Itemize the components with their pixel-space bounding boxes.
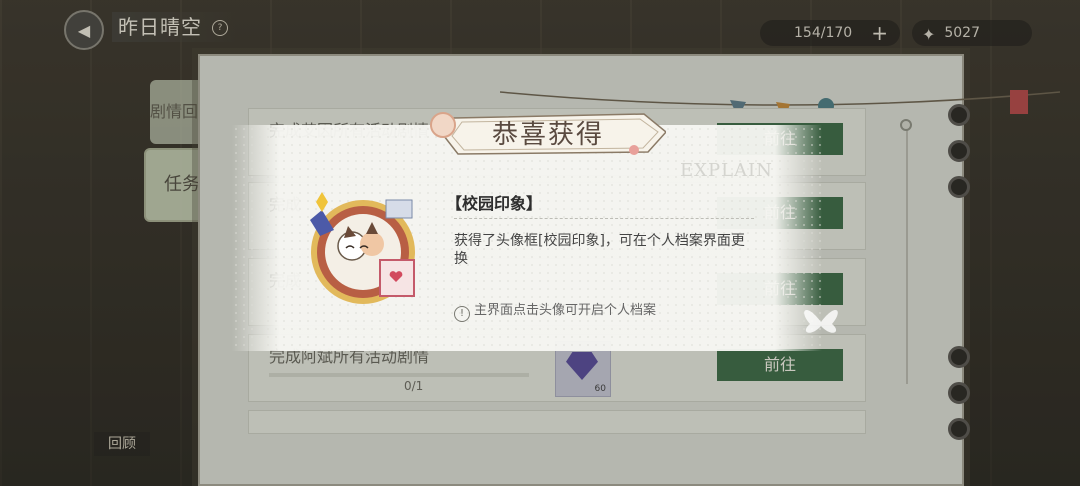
- hint-text: 主界面点击头像可开启个人档案: [474, 303, 657, 318]
- popup-watermark: EXPLAIN: [680, 160, 773, 181]
- stamina-counter: 154/170 +: [760, 20, 900, 46]
- avatar-frame-icon: [310, 192, 415, 304]
- go-button[interactable]: 前往: [717, 349, 843, 381]
- butterfly-icon: [804, 309, 838, 333]
- top-bar: ◀ 昨日晴空 ? 154/170 + ✦ 5027: [0, 0, 1080, 52]
- popup-hint: ! 主界面点击头像可开启个人档案: [454, 302, 656, 322]
- task-progress-bar: [269, 373, 529, 377]
- currency-value: 5027: [944, 25, 980, 41]
- stamina-value: 154/170: [794, 25, 853, 41]
- popup-title: 恭喜获得: [491, 120, 604, 150]
- item-name: 【校园印象】: [446, 194, 543, 213]
- exclamation-circle-icon: !: [454, 306, 470, 322]
- rose-icon: [430, 112, 456, 138]
- scrollbar-track[interactable]: [906, 124, 908, 384]
- task-row: [248, 410, 866, 434]
- item-description: 获得了头像框[校园印象]，可在个人档案界面更换: [454, 233, 745, 267]
- popup-divider: [454, 218, 754, 219]
- back-arrow-icon: ◀: [77, 20, 91, 40]
- gem-icon: ✦: [922, 25, 936, 44]
- reward-quantity: 60: [594, 384, 606, 394]
- help-icon[interactable]: ?: [212, 20, 228, 36]
- back-button[interactable]: ◀: [64, 10, 104, 50]
- bottom-review-tab[interactable]: 回顾: [94, 432, 150, 456]
- gem-icon: [566, 352, 598, 380]
- currency-counter: ✦ 5027: [912, 20, 1032, 46]
- task-progress-text: 0/1: [404, 379, 424, 393]
- add-stamina-button[interactable]: +: [871, 20, 888, 46]
- scrollbar-thumb[interactable]: [900, 119, 912, 131]
